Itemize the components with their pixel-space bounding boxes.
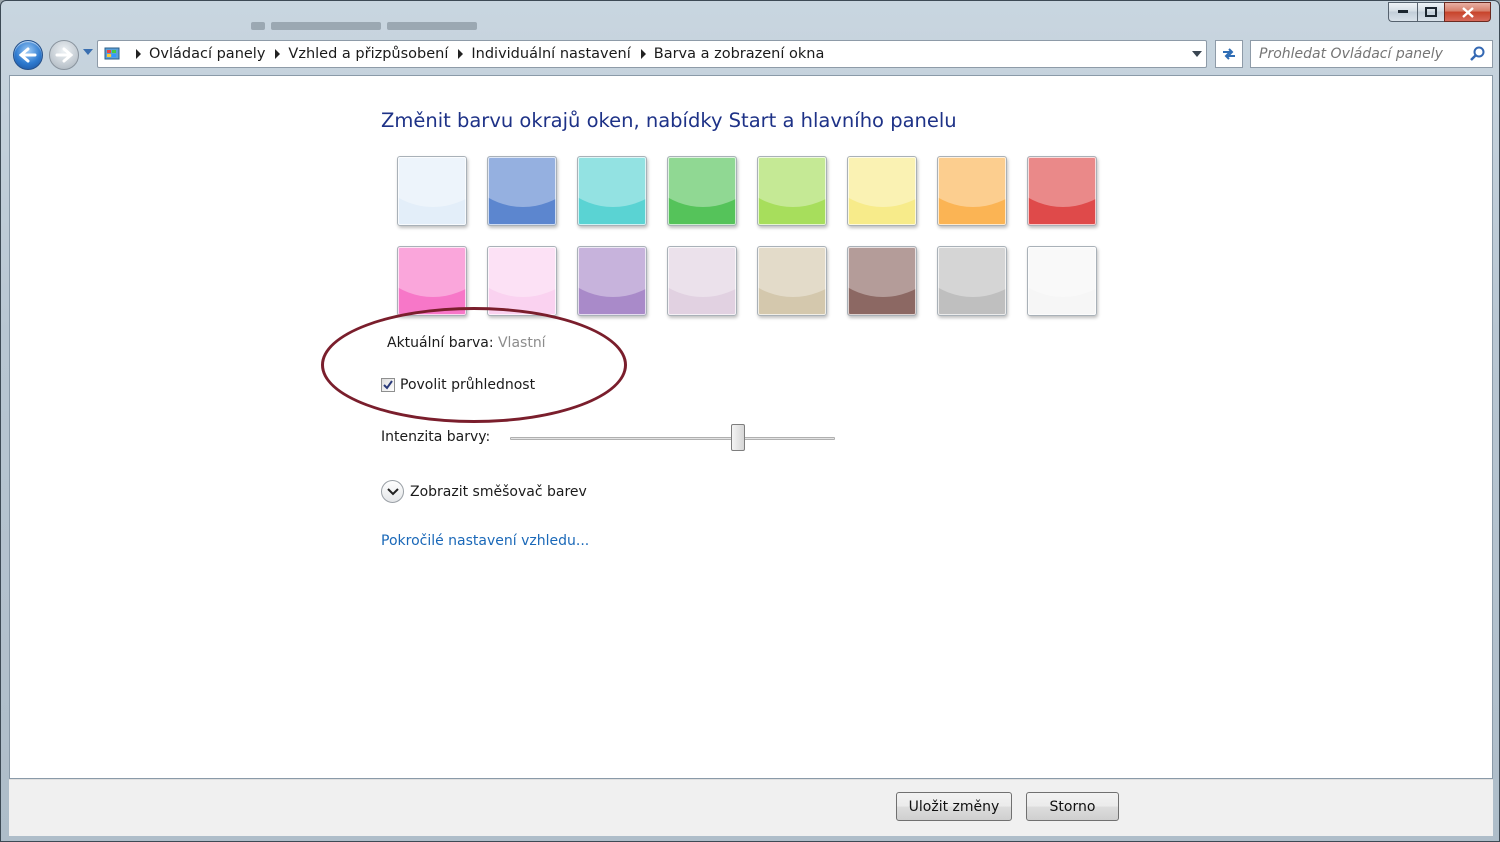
- save-button[interactable]: Uložit změny: [896, 792, 1012, 821]
- minimize-button[interactable]: [1388, 2, 1417, 22]
- maximize-icon: [1425, 7, 1437, 17]
- breadcrumb: Ovládací panely Vzhled a přizpůsobení In…: [126, 46, 824, 62]
- cancel-button[interactable]: Storno: [1026, 792, 1119, 821]
- close-icon: [1461, 6, 1474, 18]
- breadcrumb-separator: [640, 49, 646, 59]
- color-swatch-fuchsia[interactable]: [397, 246, 467, 316]
- page-title: Změnit barvu okrajů oken, nabídky Start …: [381, 109, 957, 132]
- title-bar: [1, 1, 1499, 35]
- refresh-button[interactable]: [1215, 40, 1243, 68]
- color-swatch-frost[interactable]: [1027, 246, 1097, 316]
- color-swatch-lavender[interactable]: [667, 246, 737, 316]
- navigation-bar: Ovládací panely Vzhled a přizpůsobení In…: [9, 37, 1493, 71]
- breadcrumb-separator: [458, 49, 464, 59]
- annotation-ellipse: [321, 307, 627, 423]
- address-dropdown-icon[interactable]: [1192, 51, 1202, 57]
- color-swatch-grid: [397, 156, 1097, 316]
- breadcrumb-item[interactable]: Ovládací panely: [149, 46, 265, 62]
- breadcrumb-item[interactable]: Individuální nastavení: [471, 46, 630, 62]
- color-swatch-leaf[interactable]: [667, 156, 737, 226]
- blurred-title: [251, 15, 551, 30]
- check-icon: [383, 380, 393, 390]
- forward-icon: [55, 47, 73, 63]
- back-button[interactable]: [13, 40, 43, 70]
- color-swatch-sun[interactable]: [847, 156, 917, 226]
- window: Ovládací panely Vzhled a přizpůsobení In…: [0, 0, 1500, 842]
- breadcrumb-separator: [136, 49, 141, 59]
- current-color: Aktuální barva: Vlastní: [387, 335, 546, 351]
- main-content: Změnit barvu okrajů oken, nabídky Start …: [9, 75, 1493, 779]
- chevron-down-icon: [386, 487, 399, 495]
- close-button[interactable]: [1444, 2, 1491, 22]
- color-swatch-sea[interactable]: [577, 156, 647, 226]
- maximize-button[interactable]: [1417, 2, 1444, 22]
- footer-bar: Uložit změny Storno: [9, 779, 1493, 836]
- color-swatch-pumpkin[interactable]: [937, 156, 1007, 226]
- color-swatch-chocolate[interactable]: [847, 246, 917, 316]
- intensity-label: Intenzita barvy:: [381, 429, 491, 445]
- transparency-label[interactable]: Povolit průhlednost: [400, 377, 535, 393]
- current-color-label: Aktuální barva:: [387, 335, 494, 351]
- intensity-slider-track[interactable]: [510, 437, 835, 440]
- minimize-icon: [1397, 10, 1408, 13]
- search-input[interactable]: [1259, 46, 1464, 62]
- back-icon: [19, 47, 37, 63]
- breadcrumb-item[interactable]: Barva a zobrazení okna: [654, 46, 825, 62]
- recent-pages-dropdown[interactable]: [83, 49, 93, 55]
- control-panel-icon: [104, 47, 120, 60]
- expand-button[interactable]: [381, 480, 404, 503]
- address-bar[interactable]: Ovládací panely Vzhled a přizpůsobení In…: [97, 40, 1207, 68]
- search-box: [1250, 40, 1493, 68]
- current-color-value: Vlastní: [497, 335, 546, 351]
- search-icon[interactable]: [1470, 46, 1486, 62]
- color-swatch-sky[interactable]: [397, 156, 467, 226]
- color-swatch-violet[interactable]: [577, 246, 647, 316]
- color-swatch-lime[interactable]: [757, 156, 827, 226]
- color-mixer-toggle[interactable]: Zobrazit směšovač barev: [381, 480, 587, 503]
- color-swatch-blush[interactable]: [487, 246, 557, 316]
- color-swatch-ruby[interactable]: [1027, 156, 1097, 226]
- refresh-icon: [1223, 48, 1235, 60]
- color-swatch-twilight[interactable]: [487, 156, 557, 226]
- window-controls: [1388, 2, 1491, 22]
- forward-button[interactable]: [49, 40, 79, 70]
- transparency-row[interactable]: Povolit průhlednost: [381, 377, 535, 393]
- breadcrumb-separator: [275, 49, 281, 59]
- transparency-checkbox[interactable]: [381, 378, 395, 392]
- breadcrumb-item[interactable]: Vzhled a přizpůsobení: [288, 46, 448, 62]
- color-swatch-slate[interactable]: [937, 246, 1007, 316]
- color-swatch-taupe[interactable]: [757, 246, 827, 316]
- color-mixer-label[interactable]: Zobrazit směšovač barev: [410, 484, 587, 500]
- advanced-appearance-link[interactable]: Pokročilé nastavení vzhledu...: [381, 533, 589, 549]
- intensity-slider-thumb[interactable]: [730, 424, 745, 451]
